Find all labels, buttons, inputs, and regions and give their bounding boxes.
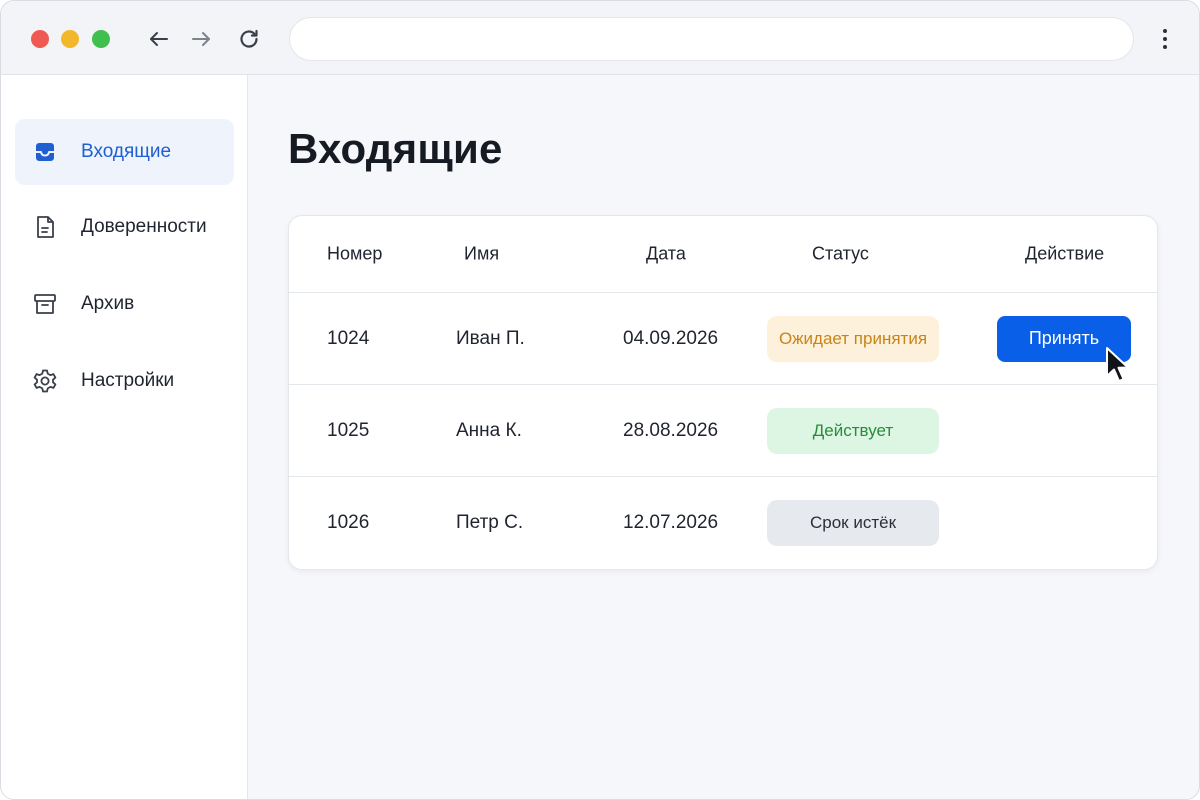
sidebar-item-powers-of-attorney[interactable]: Доверенности xyxy=(15,194,234,260)
column-header-action: Действие xyxy=(1025,243,1105,264)
minimize-window-button[interactable] xyxy=(61,30,79,48)
table-row: 1024 Иван П. 04.09.2026 Ожидает принятия… xyxy=(289,293,1157,385)
arrow-left-icon xyxy=(150,32,168,46)
menu-dot-icon xyxy=(1163,37,1167,41)
sidebar-item-label: Доверенности xyxy=(81,216,207,237)
column-header-status: Статус xyxy=(812,243,869,264)
sidebar-item-label: Входящие xyxy=(81,141,172,162)
menu-dot-icon xyxy=(1163,29,1167,33)
row-number: 1025 xyxy=(327,419,370,441)
gear-icon xyxy=(31,367,59,395)
arrow-right-icon xyxy=(192,32,210,46)
column-header-name: Имя xyxy=(464,243,500,264)
reload-icon xyxy=(240,29,258,48)
status-badge: Действует xyxy=(767,407,939,454)
sidebar-item-inbox[interactable]: Входящие xyxy=(15,119,234,185)
address-bar[interactable] xyxy=(289,17,1134,61)
row-date: 04.09.2026 xyxy=(623,327,719,349)
maximize-window-button[interactable] xyxy=(92,30,110,48)
browser-window: Входящие Доверенности Архив Настройки Вх… xyxy=(0,0,1200,800)
row-name: Анна К. xyxy=(456,419,522,441)
close-window-button[interactable] xyxy=(31,30,49,48)
row-name: Иван П. xyxy=(456,327,525,349)
inbox-table: Номер Имя Дата Статус Действие 1024 Иван… xyxy=(288,215,1158,570)
column-header-number: Номер xyxy=(327,243,383,264)
browser-toolbar xyxy=(1,1,1199,75)
sidebar-item-archive[interactable]: Архив xyxy=(15,271,234,337)
table-row: 1025 Анна К. 28.08.2026 Действует xyxy=(289,385,1157,477)
row-date: 12.07.2026 xyxy=(623,512,719,533)
status-badge: Срок истёк xyxy=(767,500,939,546)
row-number: 1026 xyxy=(327,512,370,533)
table-header: Номер Имя Дата Статус Действие xyxy=(289,216,1157,293)
sidebar-item-label: Архив xyxy=(81,293,135,314)
row-date: 28.08.2026 xyxy=(623,419,719,441)
sidebar-item-settings[interactable]: Настройки xyxy=(15,348,234,414)
back-button[interactable] xyxy=(144,24,174,54)
table-row: 1026 Петр С. 12.07.2026 Срок истёк xyxy=(289,477,1157,569)
document-icon xyxy=(31,213,59,241)
status-badge: Ожидает принятия xyxy=(767,315,939,362)
column-header-date: Дата xyxy=(646,243,686,264)
sidebar: Входящие Доверенности Архив Настройки xyxy=(1,75,248,799)
inbox-icon xyxy=(31,138,59,166)
row-name: Петр С. xyxy=(456,512,524,533)
sidebar-item-label: Настройки xyxy=(81,370,175,391)
menu-dot-icon xyxy=(1163,45,1167,49)
reload-button[interactable] xyxy=(234,24,264,54)
row-number: 1024 xyxy=(327,327,370,349)
page-title: Входящие xyxy=(288,125,503,172)
mouse-cursor-icon xyxy=(1106,347,1129,382)
browser-menu-button[interactable] xyxy=(1151,23,1179,55)
archive-icon xyxy=(31,290,59,318)
forward-button[interactable] xyxy=(186,24,216,54)
